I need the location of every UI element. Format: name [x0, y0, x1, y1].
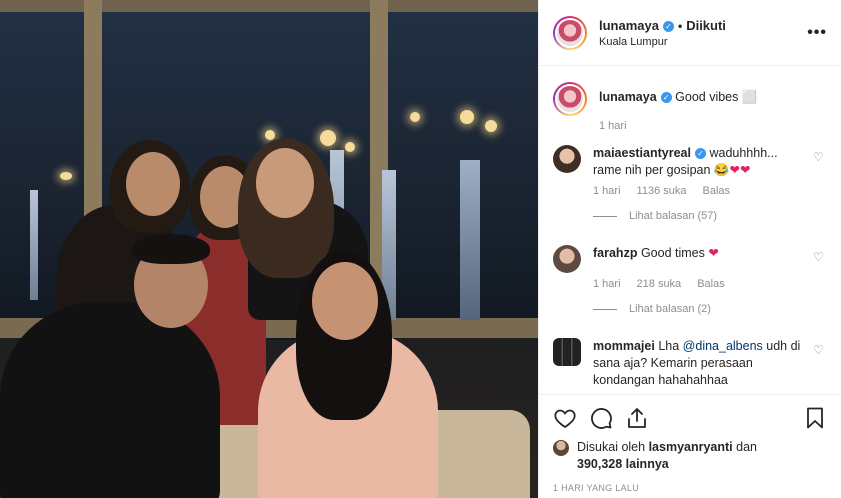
caption-text: Good vibes ⬜: [675, 90, 758, 104]
verified-icon: ✓: [662, 20, 674, 32]
comment-like-icon[interactable]: ♡: [813, 151, 825, 163]
comment-body: farahzp Good times ❤ 1 hari 218 suka Bal…: [593, 245, 827, 318]
likes-prefix: Disukai oleh: [577, 440, 649, 454]
caption-username[interactable]: lunamaya: [599, 90, 657, 104]
light-4: [460, 110, 474, 124]
author-avatar-image: [555, 17, 585, 48]
view-replies-label: Lihat balasan (57): [629, 210, 718, 222]
post-actions: Disukai oleh lasmyanryanti dan 390,328 l…: [539, 394, 841, 493]
replies-line: [593, 309, 617, 310]
separator-dot: •: [677, 18, 683, 33]
share-icon[interactable]: [625, 406, 649, 430]
light-6: [410, 112, 420, 122]
heart-icon[interactable]: [553, 406, 577, 430]
comment-body: mommajei Lha @dina_albens udh di sana aj…: [593, 338, 827, 389]
verified-icon: ✓: [694, 148, 706, 160]
comment-body: maiaestiantyreal ✓ waduhhhh... rame nih p…: [593, 145, 827, 225]
bookmark-icon[interactable]: [803, 406, 827, 430]
likes-count[interactable]: 390,328: [577, 457, 622, 471]
caption-body: lunamaya ✓ Good vibes ⬜ 1 hari: [599, 82, 827, 135]
author-username[interactable]: lunamaya: [599, 18, 659, 33]
view-replies-button[interactable]: Lihat balasan (57): [593, 208, 805, 225]
commenter-avatar[interactable]: [553, 245, 581, 273]
person-front-left-hair: [132, 234, 210, 264]
reply-button[interactable]: Balas: [697, 276, 725, 293]
comment-item: farahzp Good times ❤ 1 hari 218 suka Bal…: [553, 245, 827, 318]
comment-username[interactable]: maiaestiantyreal: [593, 146, 691, 160]
post-header: lunamaya ✓ • Diikuti Kuala Lumpur •••: [539, 0, 841, 66]
post-photo[interactable]: [0, 0, 538, 498]
light-5: [485, 120, 497, 132]
comment-text: Good times ❤: [640, 246, 719, 260]
comment-likes[interactable]: 218 suka: [637, 276, 682, 293]
kl-tower: [30, 190, 38, 300]
caption-avatar[interactable]: [553, 82, 587, 116]
likes-middle: dan: [732, 440, 757, 454]
view-replies-label: Lihat balasan (2): [629, 303, 711, 315]
likes-summary: Disukai oleh lasmyanryanti dan 390,328 l…: [553, 439, 827, 473]
light-2: [320, 130, 336, 146]
liker-username[interactable]: lasmyanryanti: [649, 440, 733, 454]
commenter-avatar[interactable]: [553, 338, 581, 366]
comment-item: mommajei Lha @dina_albens udh di sana aj…: [553, 338, 827, 389]
action-icons: [553, 403, 827, 433]
author-info: lunamaya ✓ • Diikuti Kuala Lumpur: [599, 18, 726, 48]
comment-like-icon[interactable]: ♡: [813, 344, 825, 356]
comment-likes[interactable]: 1136 suka: [637, 183, 687, 200]
comment-item: maiaestiantyreal ✓ waduhhhh... rame nih p…: [553, 145, 827, 225]
person-front-right-face: [312, 262, 378, 340]
comment-username[interactable]: mommajei: [593, 339, 655, 353]
comments-list[interactable]: lunamaya ✓ Good vibes ⬜ 1 hari maiaestian…: [539, 66, 841, 394]
reply-button[interactable]: Balas: [702, 183, 730, 200]
caption-avatar-image: [555, 84, 585, 114]
light-3: [345, 142, 355, 152]
comment-time[interactable]: 1 hari: [593, 276, 621, 293]
light-1: [60, 172, 72, 180]
replies-line: [593, 216, 617, 217]
comment-time[interactable]: 1 hari: [593, 183, 621, 200]
comment-like-icon[interactable]: ♡: [813, 251, 825, 263]
comment-username[interactable]: farahzp: [593, 246, 637, 260]
more-options-icon[interactable]: •••: [807, 24, 827, 42]
caption-time[interactable]: 1 hari: [599, 118, 627, 135]
post-sidebar: lunamaya ✓ • Diikuti Kuala Lumpur ••• lunam…: [538, 0, 841, 498]
comment-meta: 1 hari 218 suka Balas: [593, 276, 805, 293]
caption: lunamaya ✓ Good vibes ⬜ 1 hari: [553, 82, 827, 135]
post-timestamp[interactable]: 1 HARI YANG LALU: [553, 483, 827, 493]
person-back-right-face: [256, 148, 314, 218]
author-avatar[interactable]: [553, 15, 587, 50]
follow-status-button[interactable]: Diikuti: [686, 18, 726, 33]
mention-link[interactable]: @dina_albens: [683, 339, 763, 353]
window-frame-top: [0, 0, 538, 12]
likes-text: Disukai oleh lasmyanryanti dan 390,328 l…: [577, 439, 757, 473]
person-front-left: [0, 302, 220, 498]
person-back-left-face: [126, 152, 180, 216]
view-replies-button[interactable]: Lihat balasan (2): [593, 301, 805, 318]
building-right: [460, 160, 480, 320]
liker-avatar[interactable]: [553, 440, 569, 456]
likes-suffix[interactable]: lainnya: [622, 457, 669, 471]
comment-icon[interactable]: [589, 406, 613, 430]
caption-meta: 1 hari: [599, 118, 805, 135]
comment-meta: 1 hari 1136 suka Balas: [593, 183, 805, 200]
commenter-avatar[interactable]: [553, 145, 581, 173]
verified-icon: ✓: [660, 92, 672, 104]
light-7: [265, 130, 275, 140]
comment-text-prefix: Lha: [658, 339, 683, 353]
post-location[interactable]: Kuala Lumpur: [599, 36, 726, 48]
